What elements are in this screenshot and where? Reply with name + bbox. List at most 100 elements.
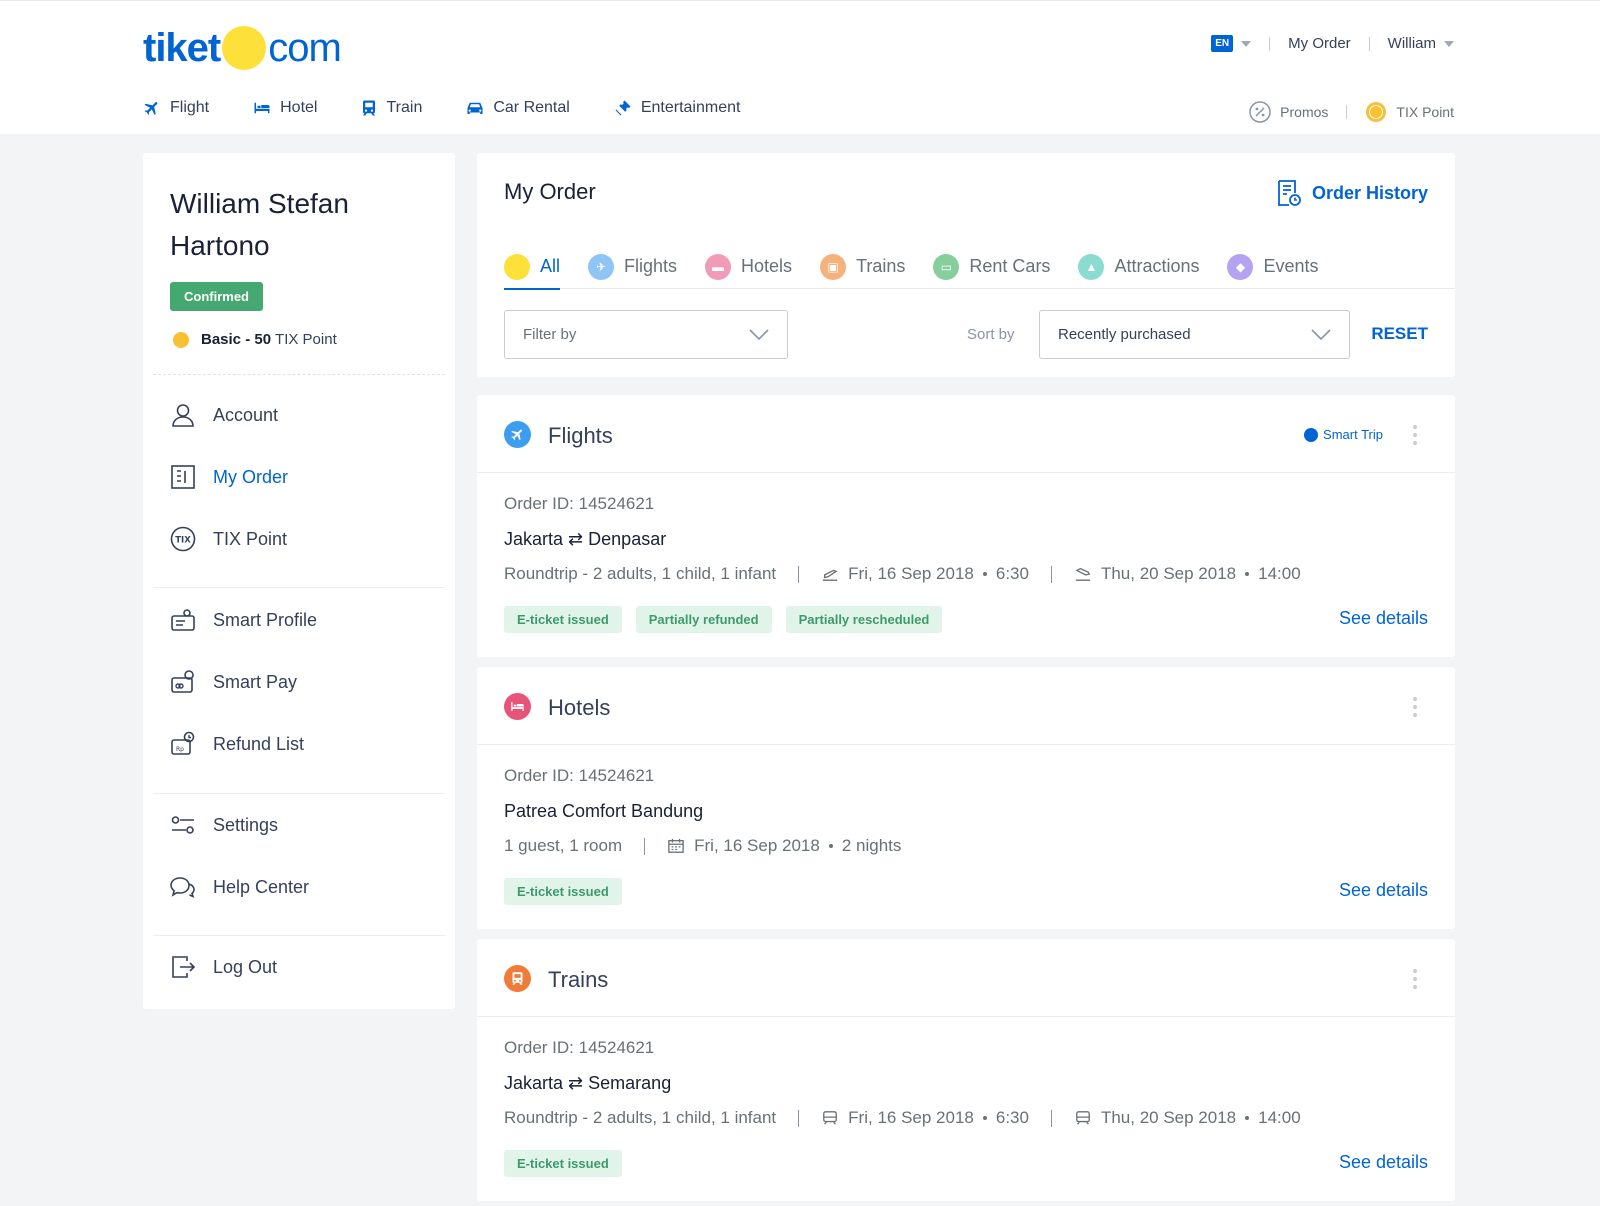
see-details-link[interactable]: See details	[1339, 1152, 1428, 1173]
account-sidebar: William Stefan Hartono Confirmed Basic -…	[143, 153, 455, 1009]
sidebar-item-tix-point[interactable]: TIX TIX Point	[170, 526, 287, 552]
order-list-icon	[171, 465, 195, 489]
promo-row: Promos TIX Point	[1249, 101, 1454, 123]
divider	[153, 793, 445, 794]
stay-meta: 1 guest, 1 room Fri, 16 Sep 2018 2 night…	[504, 836, 901, 856]
sidebar-item-smart-profile[interactable]: Smart Profile	[170, 607, 317, 633]
order-id: Order ID: 14524621	[504, 766, 655, 785]
order-card-trains: Trains Order ID: 14524621 Jakarta ⇄ Sema…	[477, 939, 1455, 1201]
sidebar-item-label: Account	[213, 404, 279, 425]
divider	[1050, 1109, 1052, 1127]
nav-label: Car Rental	[493, 99, 570, 116]
promos-link[interactable]: Promos	[1249, 101, 1328, 123]
tab-flights[interactable]: ✈ Flights	[588, 245, 677, 289]
smart-trip-link[interactable]: Smart Trip	[1304, 427, 1383, 442]
sidebar-item-my-order[interactable]: My Order	[170, 464, 288, 490]
status-badges: E-ticket issued	[504, 1150, 636, 1177]
more-options-icon[interactable]	[1413, 969, 1417, 993]
bullet	[1245, 572, 1250, 576]
chevron-down-icon	[1241, 40, 1252, 47]
nav-train[interactable]: Train	[361, 99, 422, 117]
user-menu[interactable]: William	[1388, 35, 1454, 52]
filter-placeholder: Filter by	[523, 326, 577, 343]
sidebar-item-help-center[interactable]: Help Center	[170, 874, 309, 900]
divider	[153, 935, 445, 936]
tier-points: Basic - 50	[201, 331, 272, 348]
see-details-link[interactable]: See details	[1339, 880, 1428, 901]
status-badge: E-ticket issued	[504, 606, 622, 633]
sort-dropdown[interactable]: Recently purchased	[1039, 310, 1350, 359]
my-order-link[interactable]: My Order	[1288, 35, 1351, 52]
sidebar-item-label: My Order	[213, 466, 289, 487]
status-badge: E-ticket issued	[504, 878, 622, 905]
nav-label: Flight	[170, 99, 210, 116]
ticket-icon	[615, 100, 631, 116]
car-icon	[467, 102, 483, 114]
language-selector[interactable]: EN	[1211, 35, 1252, 52]
tier-info: Basic - 50 TIX Point	[173, 331, 337, 348]
order-id: Order ID: 14524621	[504, 1038, 655, 1057]
card-header: Hotels	[477, 667, 1455, 745]
tab-hotels[interactable]: ▬ Hotels	[705, 245, 792, 289]
sidebar-item-settings[interactable]: Settings	[170, 812, 278, 838]
nav-entertainment[interactable]: Entertainment	[614, 99, 741, 117]
depart-time: 6:30	[995, 1108, 1029, 1127]
return-time: 14:00	[1258, 564, 1301, 583]
tab-attractions[interactable]: ▲ Attractions	[1078, 245, 1199, 289]
arrival-icon	[1075, 567, 1091, 581]
see-details-link[interactable]: See details	[1339, 608, 1428, 629]
trip-passengers: Roundtrip - 2 adults, 1 child, 1 infant	[504, 564, 777, 583]
tab-label: Trains	[856, 256, 906, 276]
nav-car-rental[interactable]: Car Rental	[466, 99, 570, 117]
history-icon	[1278, 180, 1301, 206]
smart-trip-icon	[1304, 427, 1319, 442]
reset-button[interactable]: RESET	[1371, 324, 1428, 344]
tab-trains[interactable]: ▣ Trains	[820, 245, 905, 289]
tab-label: Rent Cars	[969, 256, 1051, 276]
logo-text-left: tiket	[143, 25, 221, 70]
nav-label: Entertainment	[640, 99, 741, 116]
plane-icon	[504, 421, 531, 448]
train-icon	[363, 100, 376, 116]
tix-point-link[interactable]: TIX Point	[1365, 101, 1454, 123]
order-card-flights: Flights Smart Trip Order ID: 14524621 Ja…	[477, 395, 1455, 657]
tab-rent-cars[interactable]: ▭ Rent Cars	[933, 245, 1050, 289]
nav-hotel[interactable]: Hotel	[253, 99, 317, 117]
divider	[153, 587, 445, 588]
sidebar-item-refund-list[interactable]: Rp Refund List	[170, 731, 304, 757]
return-time: 14:00	[1258, 1108, 1301, 1127]
sidebar-item-smart-pay[interactable]: Smart Pay	[170, 669, 297, 695]
bed-icon	[504, 693, 531, 720]
bullet	[982, 1116, 987, 1120]
card-header: Flights Smart Trip	[477, 395, 1455, 473]
trip-meta: Roundtrip - 2 adults, 1 child, 1 infant …	[504, 1108, 1301, 1128]
more-options-icon[interactable]	[1413, 697, 1417, 721]
order-history-link[interactable]: Order History	[1276, 179, 1428, 207]
sidebar-item-log-out[interactable]: Log Out	[170, 954, 277, 980]
sidebar-item-account[interactable]: Account	[170, 402, 278, 428]
nav-flight[interactable]: Flight	[143, 99, 209, 117]
main-content: My Order Order History All ✈ Flights ▬ H…	[477, 153, 1455, 1201]
promos-label: Promos	[1280, 104, 1329, 120]
divider	[798, 1109, 800, 1127]
more-options-icon[interactable]	[1413, 425, 1417, 449]
tiket-logo[interactable]: tiket com	[143, 23, 342, 73]
route-from: Jakarta	[504, 1073, 564, 1093]
bullet	[828, 844, 833, 848]
tab-label: Hotels	[741, 256, 793, 276]
route-from: Jakarta	[504, 529, 564, 549]
tab-all[interactable]: All	[504, 245, 561, 290]
order-header-panel: My Order Order History All ✈ Flights ▬ H…	[477, 153, 1455, 377]
filter-dropdown[interactable]: Filter by	[504, 310, 788, 359]
route-to: Denpasar	[588, 529, 667, 549]
tab-events[interactable]: ◆ Events	[1227, 245, 1319, 289]
divider	[1269, 36, 1271, 51]
logout-icon	[172, 956, 196, 978]
chat-icon	[170, 877, 195, 898]
smart-trip-label: Smart Trip	[1323, 427, 1383, 442]
tent-icon: ▲	[1078, 253, 1105, 280]
status-badges: E-ticket issued Partially refunded Parti…	[504, 606, 956, 633]
top-header: tiket com EN My Order William Flight Hot…	[0, 0, 1600, 134]
trip-meta: Roundtrip - 2 adults, 1 child, 1 infant …	[504, 564, 1301, 584]
bed-icon: ▬	[705, 253, 732, 280]
